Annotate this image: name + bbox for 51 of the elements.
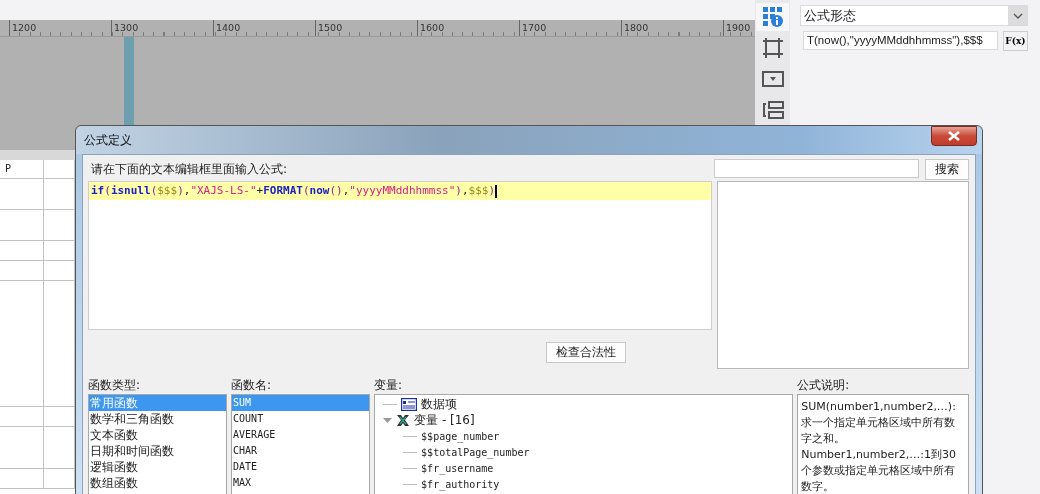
- ruler-label: 1900: [725, 22, 751, 33]
- list-item[interactable]: AVERAGE: [232, 427, 370, 443]
- ruler-label: 1400: [215, 22, 241, 33]
- formula-text: if(isnull($$$),"XAJS-LS-"+FORMAT(now(),"yyyyMMddhhmmss"),$$$): [89, 182, 711, 200]
- formula-button[interactable]: F(x): [1003, 31, 1028, 51]
- search-button[interactable]: 搜索: [925, 158, 969, 180]
- list-item[interactable]: 日期和时间函数: [89, 443, 227, 459]
- column-header: P: [0, 160, 44, 178]
- tree-item[interactable]: $fr_username: [421, 462, 494, 474]
- description-text: Number1,number2,…:1到30个参数或指定单元格区域中所有数字。: [801, 447, 957, 494]
- section-label: 函数类型:: [88, 378, 142, 392]
- list-item[interactable]: COUNT: [232, 411, 370, 427]
- ruler-label: 1600: [419, 22, 445, 33]
- formula-editor[interactable]: if(isnull($$$),"XAJS-LS-"+FORMAT(now(),"yyyyMMddhhmmss"),$$$): [88, 181, 712, 330]
- list-item[interactable]: MAX: [232, 475, 370, 491]
- mode-dropdown[interactable]: 公式形态: [800, 5, 1028, 26]
- description-text: SUM(number1,number2,…): 求一个指定单元格区域中所有数字之和。: [801, 399, 957, 447]
- variables-icon: [396, 413, 411, 427]
- info-grid-icon: [761, 6, 784, 28]
- section-label: 变量:: [374, 378, 404, 392]
- prompt-label: 请在下面的文本编辑框里面输入公式:: [90, 160, 288, 178]
- side-tab[interactable]: [756, 3, 789, 31]
- table-icon: [401, 397, 418, 411]
- tree-item[interactable]: $$totalPage_number: [421, 446, 530, 458]
- dialog-title: 公式定义: [84, 131, 132, 149]
- list-item[interactable]: DATE: [232, 459, 370, 475]
- crop-frame-icon: [761, 37, 784, 59]
- search-field[interactable]: [714, 158, 919, 178]
- dropdown-icon: [761, 68, 784, 90]
- list-item[interactable]: 逻辑函数: [89, 459, 227, 475]
- tree-item[interactable]: 变量 - [16]: [414, 411, 475, 429]
- tree-item[interactable]: 数据项: [421, 395, 458, 413]
- ruler-label: 1300: [113, 22, 139, 33]
- stacked-bars-icon: [761, 99, 784, 121]
- caret-icon: [1012, 12, 1023, 19]
- close-icon: [948, 131, 960, 141]
- list-item[interactable]: 文本函数: [89, 427, 227, 443]
- tree-item[interactable]: $fr_authority: [421, 478, 500, 490]
- tree-item[interactable]: $$page_number: [421, 430, 500, 442]
- ruler-label: 1700: [521, 22, 547, 33]
- formula-field[interactable]: T(now(),"yyyyMMddhhmmss"),$$$: [803, 31, 998, 50]
- ruler-label: 1500: [317, 22, 343, 33]
- section-label: 函数名:: [231, 378, 273, 392]
- ruler-label: 1800: [623, 22, 649, 33]
- check-button[interactable]: 检查合法性: [545, 342, 626, 363]
- list-item[interactable]: 数学和三角函数: [89, 411, 227, 427]
- list-item[interactable]: 数组函数: [89, 475, 227, 491]
- ruler-label: 1200: [11, 22, 37, 33]
- close-button[interactable]: [931, 126, 977, 146]
- section-label: 公式说明:: [797, 378, 851, 392]
- list-item[interactable]: CHAR: [232, 443, 370, 459]
